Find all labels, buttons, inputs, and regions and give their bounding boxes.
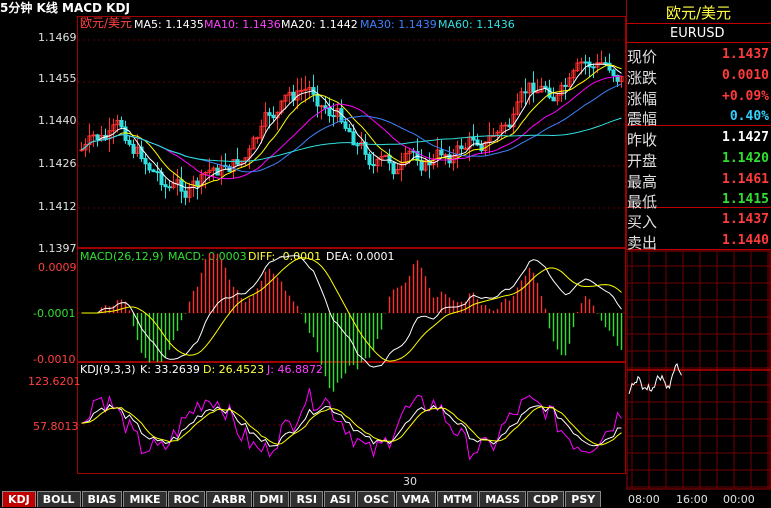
candle-body [599, 62, 604, 65]
quote-row: 买入 1.1437 [627, 208, 771, 231]
quote-symbol-code: EURUSD [670, 26, 725, 41]
ma10-line [81, 64, 622, 188]
candle-body [95, 134, 100, 141]
quote-value: 1.1437 [722, 212, 769, 227]
candle-body [183, 190, 188, 198]
candle-body [367, 153, 372, 166]
quote-row: 涨跌 0.0010 [627, 64, 771, 87]
forex-chart-window: 5分钟 K线 MACD KDJ 欧元/美元 MA5: 1.1435 MA10: … [0, 0, 771, 508]
candle-body [439, 149, 444, 156]
candle-body [479, 144, 484, 152]
tab-arbr[interactable]: ARBR [206, 491, 253, 507]
candle-body [507, 124, 512, 128]
mini-time-tick: 16:00 [676, 493, 708, 506]
quote-row: 卖出 1.1440 [627, 229, 771, 252]
candle-body [167, 186, 172, 189]
candle-body [299, 89, 304, 92]
indicator-tabs: KDJ BOLL BIAS MIKE ROC ARBR DMI RSI ASI OSC VMA MTM… [2, 491, 602, 507]
candle-body [355, 144, 360, 147]
candle-body [91, 134, 96, 137]
candle-body [195, 180, 200, 187]
candle-body [459, 145, 464, 150]
candle-body [611, 69, 616, 76]
tab-osc[interactable]: OSC [357, 491, 395, 507]
quote-row: 震幅 0.40% [627, 105, 771, 128]
candle-body [471, 136, 476, 141]
candle-body [163, 184, 168, 188]
candle-body [419, 159, 424, 171]
candle-body [347, 127, 352, 133]
tab-cdp[interactable]: CDP [527, 491, 565, 507]
candle-body [119, 119, 124, 128]
candle-body [271, 114, 276, 119]
candle-body [155, 171, 160, 174]
quote-symbol-name: 欧元/美元 [666, 4, 732, 22]
quote-row: 开盘 1.1420 [627, 147, 771, 170]
candle-body [503, 124, 508, 127]
candle-body [523, 91, 528, 94]
candle-body [147, 163, 152, 171]
tab-boll[interactable]: BOLL [36, 491, 81, 507]
divider [626, 23, 771, 24]
quote-value: 1.1461 [722, 172, 769, 187]
tab-dmi[interactable]: DMI [253, 491, 290, 507]
candle-body [151, 169, 156, 173]
tab-bias[interactable]: BIAS [81, 491, 123, 507]
tab-mass[interactable]: MASS [479, 491, 527, 507]
quote-value: 1.1437 [722, 47, 769, 62]
candle-body [583, 61, 588, 64]
quote-value: 1.1427 [722, 130, 769, 145]
quote-value: 1.1440 [722, 233, 769, 248]
candle-body [255, 137, 260, 140]
quote-row: 昨收 1.1427 [627, 126, 771, 149]
candle-body [371, 164, 376, 167]
tab-mike[interactable]: MIKE [123, 491, 167, 507]
candle-body [343, 121, 348, 129]
candle-body [591, 66, 596, 69]
tab-psy[interactable]: PSY [565, 491, 602, 507]
ma5-line [81, 63, 622, 190]
kdj-j-line [81, 388, 622, 461]
candle-body [463, 147, 468, 150]
candle-body [331, 115, 336, 118]
quote-value: +0.09% [722, 89, 769, 104]
candle-body [603, 62, 608, 65]
candle-body [127, 139, 132, 145]
tab-vma[interactable]: VMA [395, 491, 436, 507]
mini-time-tick: 00:00 [723, 493, 755, 506]
candle-body [79, 149, 84, 152]
candle-body [547, 87, 552, 98]
candle-body [131, 143, 136, 154]
quote-value: 1.1420 [722, 151, 769, 166]
candle-body [607, 62, 612, 71]
tab-rsi[interactable]: RSI [290, 491, 323, 507]
candle-body [267, 112, 272, 116]
candle-body [319, 105, 324, 108]
candle-body [563, 84, 568, 87]
quote-value: 0.40% [729, 109, 769, 124]
quote-value: 0.0010 [722, 68, 769, 83]
mini-time-tick: 08:00 [628, 493, 660, 506]
candle-body [391, 162, 396, 175]
candle-body [443, 154, 448, 157]
quote-value: 1.1415 [722, 192, 769, 207]
quote-label: 卖出 [627, 234, 658, 252]
candle-body [531, 82, 536, 93]
tab-mtm[interactable]: MTM [436, 491, 479, 507]
candle-body [535, 91, 540, 94]
tab-roc[interactable]: ROC [167, 491, 206, 507]
dea-line [81, 257, 622, 362]
candle-body [143, 158, 148, 165]
candle-body [327, 107, 332, 117]
candle-body [551, 96, 556, 102]
tab-kdj[interactable]: KDJ [2, 491, 36, 507]
candle-body [315, 93, 320, 107]
quote-row: 现价 1.1437 [627, 43, 771, 66]
tab-asi[interactable]: ASI [323, 491, 357, 507]
